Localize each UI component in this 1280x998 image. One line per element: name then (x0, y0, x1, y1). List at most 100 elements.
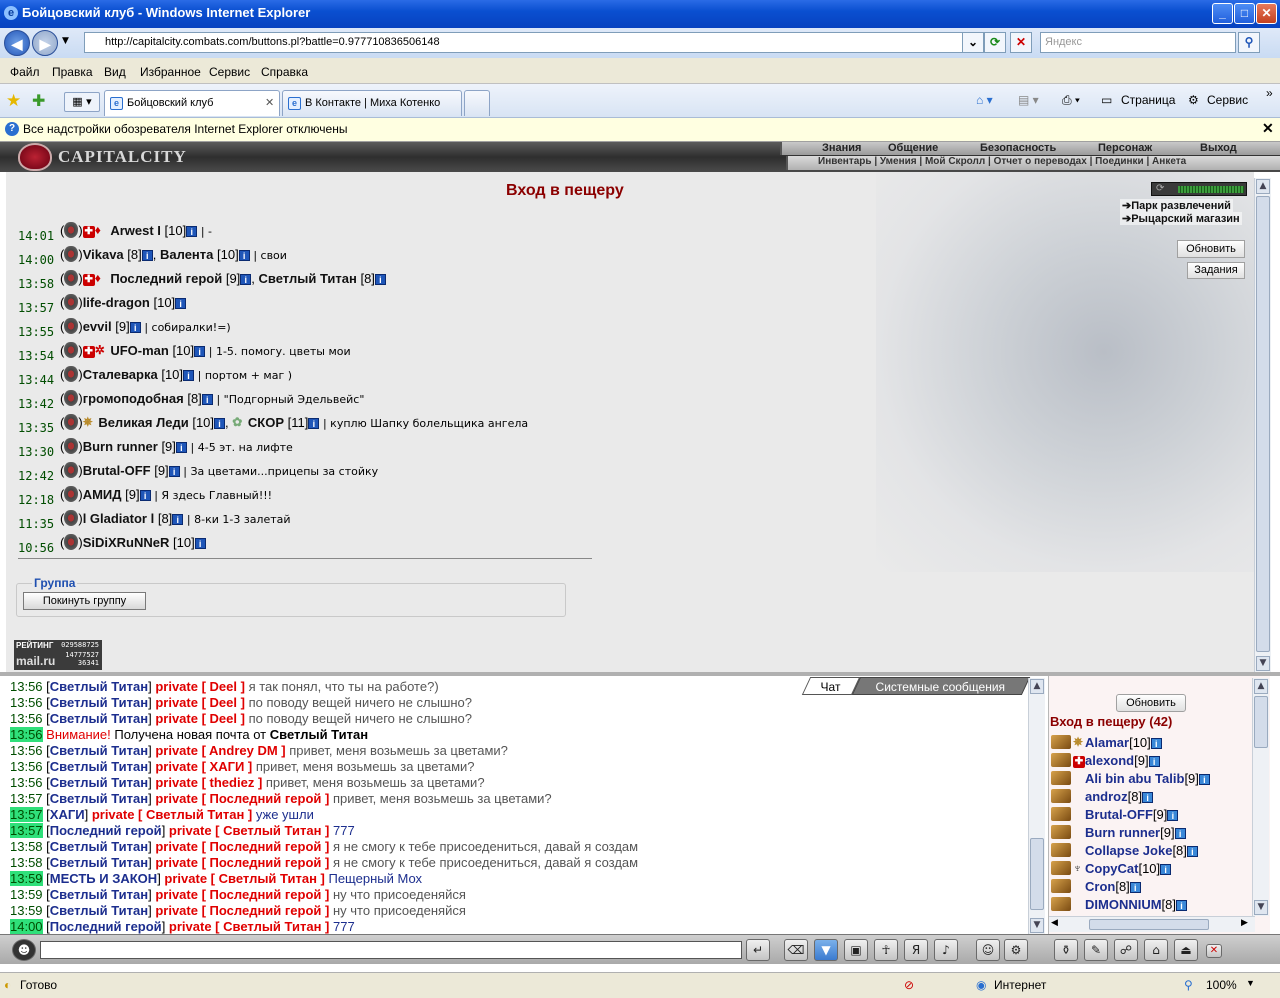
nav-character[interactable]: Персонаж (1098, 142, 1152, 154)
scroll-up-icon[interactable]: ▲ (1030, 679, 1044, 694)
private-message-icon[interactable] (1051, 789, 1071, 803)
userlist-scrollbar[interactable]: ▲ ▼ (1252, 678, 1269, 916)
page-menu[interactable]: Страница (1121, 93, 1175, 107)
chat-time[interactable]: 13:59 (10, 903, 43, 918)
player-info-icon[interactable]: i (175, 442, 187, 453)
private-message-icon[interactable] (1051, 861, 1071, 875)
save-log-icon[interactable]: ▣ (844, 939, 868, 961)
chat-time[interactable]: 13:56 (10, 679, 43, 694)
tasks-button[interactable]: Задания (1187, 262, 1245, 279)
player-name[interactable]: СКОР (248, 415, 284, 430)
private-recipient[interactable]: ХАГИ (210, 759, 245, 774)
player-info-icon[interactable]: i (238, 250, 250, 261)
scroll-right-icon[interactable]: ▶ (1241, 918, 1248, 928)
private-recipient[interactable]: Deel (210, 679, 237, 694)
chat-time[interactable]: 13:56 (10, 775, 43, 790)
search-input[interactable]: Яндекс (1040, 32, 1236, 53)
user-info-icon[interactable]: i (1150, 738, 1162, 749)
user-info-icon[interactable]: i (1148, 756, 1160, 767)
private-recipient[interactable]: thediez (210, 775, 255, 790)
user-info-icon[interactable]: i (1186, 846, 1198, 857)
system-name[interactable]: Светлый Титан (270, 727, 368, 742)
private-recipient[interactable]: Deel (210, 695, 237, 710)
chat-time[interactable]: 13:56 (10, 727, 43, 742)
chat-sender[interactable]: Светлый Титан (50, 791, 148, 806)
chat-time[interactable]: 13:59 (10, 887, 43, 902)
group-shield-icon[interactable] (64, 318, 79, 334)
scroll-thumb[interactable] (1030, 838, 1044, 910)
menu-edit[interactable]: Правка (52, 65, 93, 79)
chat-time[interactable]: 13:58 (10, 855, 43, 870)
group-shield-icon[interactable] (64, 438, 79, 454)
home-icon[interactable]: ⌂ ▾ (976, 93, 993, 107)
private-recipient[interactable]: Светлый Титан (219, 871, 317, 886)
stop-icon[interactable]: ✕ (1010, 32, 1032, 53)
zoom-level[interactable]: 100% (1206, 978, 1237, 992)
chat-sender[interactable]: ХАГИ (50, 807, 85, 822)
eraser-icon[interactable]: ⌫ (784, 939, 808, 961)
player-name[interactable]: Светлый Титан (259, 271, 357, 286)
player-name[interactable]: АМИД (83, 487, 122, 502)
player-info-icon[interactable]: i (186, 226, 198, 237)
userlist-hscrollbar[interactable]: ◀ ▶ (1049, 916, 1255, 932)
link-knight-shop[interactable]: ➔Рыцарский магазин (1120, 212, 1242, 225)
information-bar[interactable]: ? Все надстройки обозревателя Internet E… (0, 118, 1280, 142)
add-favorite-icon[interactable]: ✚ (32, 91, 45, 110)
subnav-links[interactable]: Инвентарь | Умения | Мой Скролл | Отчет … (818, 156, 1186, 167)
user-info-icon[interactable]: i (1129, 882, 1141, 893)
chat-time[interactable]: 13:59 (10, 871, 43, 886)
chat-time[interactable]: 13:58 (10, 839, 43, 854)
chat-message-input[interactable] (40, 941, 742, 959)
player-name[interactable]: громоподобная (83, 391, 184, 406)
user-name[interactable]: alexond (1085, 753, 1134, 768)
chat-sender[interactable]: Последний герой (50, 919, 162, 934)
scroll-map-icon[interactable]: ✎ (1084, 939, 1108, 961)
infobar-close-icon[interactable]: ✕ (1262, 120, 1274, 137)
chevron-more-icon[interactable]: » (1266, 86, 1273, 100)
tab-vkontakte[interactable]: e В Контакте | Миха Котенко (282, 90, 462, 116)
user-info-icon[interactable]: i (1176, 900, 1188, 911)
smiley-face-icon[interactable]: ☻ (12, 939, 36, 961)
player-info-icon[interactable]: i (168, 466, 180, 477)
group-shield-icon[interactable] (64, 486, 79, 502)
chat-sender[interactable]: Светлый Титан (50, 775, 148, 790)
player-info-icon[interactable]: i (139, 490, 151, 501)
chat-sender[interactable]: Светлый Титан (50, 695, 148, 710)
userlist-refresh-button[interactable]: Обновить (1116, 694, 1186, 712)
refresh-icon[interactable]: ⟳ (984, 32, 1006, 53)
menu-tools[interactable]: Сервис (209, 65, 250, 79)
player-name[interactable]: evvil (83, 319, 112, 334)
potion-icon[interactable]: ⚱ (1054, 939, 1078, 961)
chat-sender[interactable]: МЕСТЬ И ЗАКОН (50, 871, 157, 886)
inventory-icon[interactable]: ⌂ (1144, 939, 1168, 961)
user-info-icon[interactable]: i (1160, 864, 1172, 875)
chat-sender[interactable]: Светлый Титан (50, 855, 148, 870)
address-input[interactable]: http://capitalcity.combats.com/buttons.p… (84, 32, 978, 53)
print-icon[interactable]: ⎙ ▾ (1062, 93, 1080, 108)
tab-close-icon[interactable]: ✕ (265, 96, 274, 109)
scroll-thumb[interactable] (1089, 919, 1209, 930)
nav-exit[interactable]: Выход (1200, 142, 1237, 154)
private-recipient[interactable]: Deel (210, 711, 237, 726)
chat-time[interactable]: 13:56 (10, 759, 43, 774)
player-name[interactable]: Сталеварка (83, 367, 158, 382)
user-name[interactable]: androz (1085, 789, 1128, 804)
player-name[interactable]: Arwest I (110, 223, 161, 238)
chat-time[interactable]: 14:00 (10, 919, 43, 934)
chat-time[interactable]: 13:57 (10, 823, 43, 838)
menu-file[interactable]: Файл (10, 65, 40, 79)
player-info-icon[interactable]: i (183, 370, 195, 381)
group-shield-icon[interactable] (64, 390, 79, 406)
menu-favorites[interactable]: Избранное (140, 65, 201, 79)
chat-sender[interactable]: Светлый Титан (50, 743, 148, 758)
private-message-icon[interactable] (1051, 879, 1071, 893)
maximize-button[interactable]: □ (1234, 3, 1255, 24)
chat-sender[interactable]: Светлый Титан (50, 759, 148, 774)
new-tab-button[interactable] (464, 90, 490, 116)
private-recipient[interactable]: Последний герой (210, 791, 322, 806)
exit-icon[interactable]: ⏏ (1174, 939, 1198, 961)
group-shield-icon[interactable] (64, 534, 79, 550)
emoticons-icon[interactable]: ☺ (976, 939, 1000, 961)
chat-time[interactable]: 13:57 (10, 791, 43, 806)
sound-icon[interactable]: ♪ (934, 939, 958, 961)
